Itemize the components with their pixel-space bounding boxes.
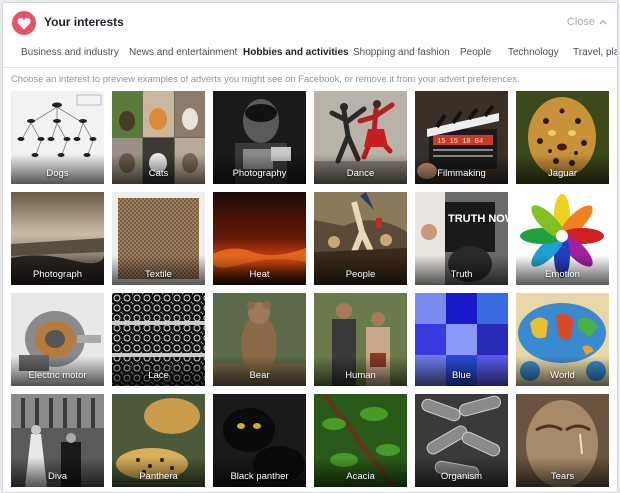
interest-tile-lace[interactable]: Lace — [112, 293, 205, 386]
interests-panel: Your interests Close Business and indust… — [2, 2, 618, 493]
interest-tile-jaguar[interactable]: Jaguar — [516, 91, 609, 184]
interest-tile-cats[interactable]: Cats — [112, 91, 205, 184]
heart-icon — [12, 11, 36, 35]
interest-label: Diva — [47, 471, 67, 482]
interest-tile-people[interactable]: People — [314, 192, 407, 285]
film-slate-numbers: 15 15 10 04 — [437, 138, 483, 146]
interest-tile-black-panther[interactable]: Black panther — [213, 394, 306, 487]
interest-tile-panthera[interactable]: Panthera — [112, 394, 205, 487]
interest-label: Filmmaking — [437, 168, 486, 179]
interest-label: Textile — [145, 269, 172, 280]
interest-label: Tears — [550, 471, 575, 482]
interest-label: Human — [345, 370, 376, 381]
tab-technology[interactable]: Technology — [508, 47, 559, 58]
interest-tile-bear[interactable]: Bear — [213, 293, 306, 386]
interest-label: Organism — [440, 471, 483, 482]
interest-label: Truth — [450, 269, 473, 280]
tab-people[interactable]: People — [460, 47, 491, 58]
interest-label: Acacia — [346, 471, 375, 482]
interest-label: Panthera — [139, 471, 178, 482]
interest-label: Lace — [148, 370, 169, 381]
interest-label: Photography — [232, 168, 287, 179]
interest-tile-tears[interactable]: Tears — [516, 394, 609, 487]
tab-travel-places[interactable]: Travel, places — [573, 47, 617, 58]
interest-label: Bear — [249, 370, 270, 381]
interest-tile-diva[interactable]: Diva — [11, 394, 104, 487]
close-label: Close — [566, 16, 595, 28]
interest-tile-organism[interactable]: Organism — [415, 394, 508, 487]
interest-grid: Dogs Cats Photography Dance 15 15 10 04 … — [11, 91, 611, 491]
interest-tile-photography[interactable]: Photography — [213, 91, 306, 184]
interest-tile-heat[interactable]: Heat — [213, 192, 306, 285]
interest-label: Dance — [346, 168, 375, 179]
interest-label: Black panther — [230, 471, 289, 482]
interest-label: Dogs — [46, 168, 69, 179]
interest-label: Electric motor — [28, 370, 87, 381]
description-text: Choose an interest to preview examples o… — [11, 73, 520, 84]
panel-header: Your interests Close — [3, 3, 617, 41]
interest-label: Blue — [451, 370, 471, 381]
chevron-up-icon — [599, 19, 607, 25]
interest-label: People — [345, 269, 376, 280]
interest-tile-dance[interactable]: Dance — [314, 91, 407, 184]
tab-business-and-industry[interactable]: Business and industry — [21, 47, 119, 58]
interest-label: Jaguar — [547, 168, 578, 179]
interest-tile-truth[interactable]: TRUTH NOW Truth — [415, 192, 508, 285]
interest-tile-acacia[interactable]: Acacia — [314, 394, 407, 487]
interest-label: Photograph — [32, 269, 83, 280]
interest-tile-filmmaking[interactable]: 15 15 10 04 Filmmaking — [415, 91, 508, 184]
interest-label: Emotion — [545, 269, 580, 280]
tab-hobbies-and-activities[interactable]: Hobbies and activities — [243, 47, 349, 58]
interest-tile-electric-motor[interactable]: Electric motor — [11, 293, 104, 386]
interest-tile-emotion[interactable]: Emotion — [516, 192, 609, 285]
panel-title: Your interests — [44, 15, 124, 29]
interest-tile-human[interactable]: Human — [314, 293, 407, 386]
close-button[interactable]: Close — [567, 16, 607, 28]
tab-shopping-and-fashion[interactable]: Shopping and fashion — [353, 47, 450, 58]
tab-news-and-entertainment[interactable]: News and entertainment — [129, 47, 237, 58]
interest-tile-dogs[interactable]: Dogs — [11, 91, 104, 184]
interest-label: Heat — [249, 269, 270, 280]
interest-label: Cats — [148, 168, 169, 179]
interest-tile-blue[interactable]: Blue — [415, 293, 508, 386]
interest-label: World — [550, 370, 575, 381]
truth-sign-text: TRUTH NOW — [448, 213, 508, 225]
interest-tile-photograph[interactable]: Photograph — [11, 192, 104, 285]
category-tabs: Business and industry News and entertain… — [3, 41, 617, 68]
interest-tile-textile[interactable]: Textile — [112, 192, 205, 285]
interest-tile-world[interactable]: World — [516, 293, 609, 386]
